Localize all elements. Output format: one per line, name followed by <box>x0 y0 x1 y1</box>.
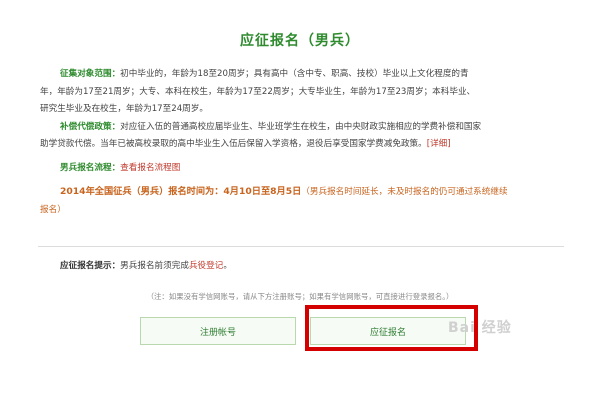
process-label: 男兵报名流程： <box>60 162 121 173</box>
registration-hint: 应征报名提示：男兵报名前须完成兵役登记。 <box>60 259 232 271</box>
subsidy-line2-row: 助学贷款代偿。当年已被高校录取的高中毕业生入伍后保留入学资格，退役后享受国家学费… <box>40 136 562 154</box>
process-row: 男兵报名流程：查看报名流程图 <box>40 160 562 178</box>
hint-label: 应征报名提示： <box>60 261 121 271</box>
schedule-note-line1: （男兵报名时间延长，未及时报名的仍可通过系统继续 <box>301 187 508 197</box>
recruit-scope-row: 征集对象范围：初中毕业的，年龄为18至20周岁；具有高中（含中专、职高、技校）毕… <box>40 66 562 84</box>
hint-text: 男兵报名前须完成 <box>120 261 189 271</box>
recruit-scope-label: 征集对象范围： <box>60 69 121 79</box>
subsidy-label: 补偿代偿政策： <box>60 121 121 132</box>
subsidy-row: 补偿代偿政策：对应征入伍的普通高校应届毕业生、毕业班学生在校生，由中央财政实施相… <box>40 119 562 137</box>
hint-suffix: 。 <box>223 261 232 271</box>
recruit-scope-line1: 初中毕业的，年龄为18至20周岁；具有高中（含中专、职高、技校）毕业以上文化程度… <box>120 69 469 79</box>
recruitment-page: 应征报名（男兵） 征集对象范围：初中毕业的，年龄为18至20周岁；具有高中（含中… <box>0 0 600 400</box>
schedule-label: 2014年全国征兵（男兵）报名时间为： <box>60 186 224 197</box>
page-title: 应征报名（男兵） <box>240 33 360 49</box>
military-registration-link[interactable]: 兵役登记 <box>189 261 223 271</box>
process-flowchart-link[interactable]: 查看报名流程图 <box>120 163 180 173</box>
schedule-row: 2014年全国征兵（男兵）报名时间为：4月10日至8月5日（男兵报名时间延长，未… <box>40 183 562 202</box>
schedule-dates: 4月10日至8月5日 <box>223 186 302 197</box>
info-section: 征集对象范围：初中毕业的，年龄为18至20周岁；具有高中（含中专、职高、技校）毕… <box>40 66 562 219</box>
subsidy-detail-link[interactable]: [详细] <box>427 139 451 149</box>
schedule-note-line2: 报名） <box>40 204 66 215</box>
recruit-scope-line3: 研究生毕业及在校生，年龄为17至24周岁。 <box>40 104 208 114</box>
baidu-watermark: Bai 经验 <box>448 320 512 336</box>
section-divider <box>38 246 564 247</box>
account-note: （注：如果没有学信网账号，请从下方注册账号；如果有学信网账号，可直接进行登录报名… <box>146 292 454 301</box>
subsidy-line2: 助学贷款代偿。当年已被高校录取的高中毕业生入伍后保留入学资格，退役后享受国家学费… <box>40 139 427 149</box>
register-account-button[interactable]: 注册帐号 <box>140 317 296 345</box>
subsidy-line1: 对应征入伍的普通高校应届毕业生、毕业班学生在校生，由中央财政实施相应的学费补偿和… <box>120 121 482 132</box>
recruit-scope-line2: 年，年龄为17至21周岁；大专、本科在校生，年龄为17至22周岁；大专毕业生，年… <box>40 86 476 97</box>
